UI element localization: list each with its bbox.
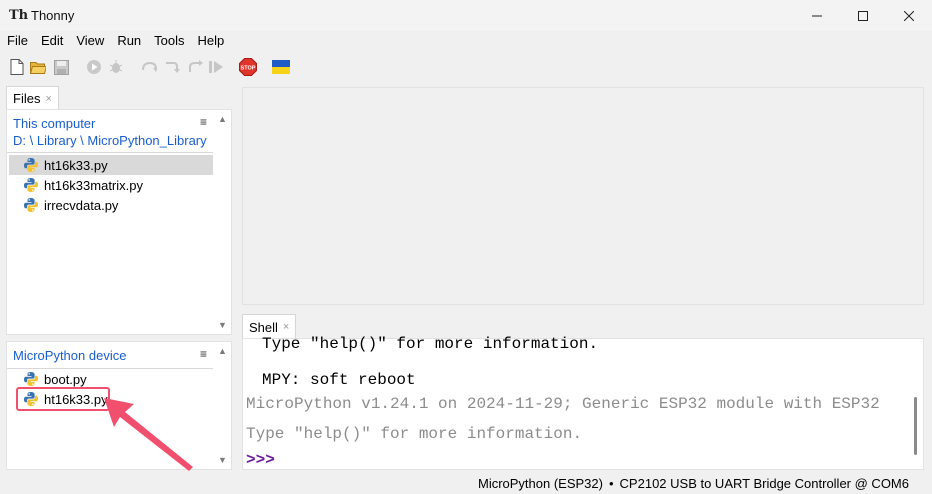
tab-files-label: Files bbox=[13, 91, 41, 106]
window-title: Thonny bbox=[31, 8, 75, 23]
title-bar: Th Thonny bbox=[0, 0, 932, 31]
shell-pane[interactable]: Type "help()" for more information. MPY:… bbox=[242, 335, 924, 470]
tab-shell-label: Shell bbox=[249, 319, 278, 335]
python-file-icon bbox=[24, 178, 38, 192]
stop-label: STOP bbox=[241, 66, 256, 72]
ukraine-support-button[interactable] bbox=[272, 59, 290, 75]
step-into-icon bbox=[166, 62, 180, 73]
minimize-icon bbox=[812, 15, 822, 16]
menu-view[interactable]: View bbox=[69, 31, 110, 51]
this-computer-scrollbar[interactable]: ▲ ▼ bbox=[215, 110, 231, 334]
device-scrollbar[interactable]: ▲ ▼ bbox=[215, 342, 231, 469]
file-name: ht16k33.py bbox=[44, 157, 108, 173]
scroll-down-arrow-icon[interactable]: ▼ bbox=[218, 320, 227, 330]
close-window-button[interactable] bbox=[886, 0, 932, 31]
tab-files-close-icon[interactable]: × bbox=[45, 93, 51, 105]
this-computer-title: This computer bbox=[13, 116, 96, 131]
interpreter-status[interactable]: MicroPython (ESP32) bbox=[478, 476, 603, 491]
annotation-highlight-box bbox=[16, 387, 110, 411]
step-over-icon bbox=[142, 61, 157, 72]
new-file-icon bbox=[10, 59, 24, 75]
shell-output-line: Type "help()" for more information. bbox=[262, 335, 599, 353]
shell-scroll-thumb[interactable] bbox=[914, 397, 917, 455]
file-name: irrecvdata.py bbox=[44, 197, 119, 213]
menu-help[interactable]: Help bbox=[191, 31, 231, 51]
step-into-button[interactable] bbox=[164, 59, 180, 75]
maximize-button[interactable] bbox=[840, 0, 886, 31]
scroll-up-arrow-icon[interactable]: ▲ bbox=[218, 114, 227, 124]
debug-icon bbox=[109, 60, 123, 73]
editor-area[interactable] bbox=[242, 87, 924, 305]
open-file-button[interactable] bbox=[30, 59, 46, 75]
annotation-arrow-icon bbox=[104, 398, 193, 471]
step-out-button[interactable] bbox=[187, 59, 203, 75]
step-over-button[interactable] bbox=[141, 59, 157, 75]
step-out-icon bbox=[189, 60, 203, 72]
close-icon bbox=[904, 10, 914, 21]
status-bar: MicroPython (ESP32) • CP2102 USB to UART B… bbox=[478, 476, 909, 491]
stop-button[interactable]: STOP bbox=[239, 58, 257, 76]
list-item[interactable]: ht16k33matrix.py bbox=[9, 175, 213, 195]
python-file-icon bbox=[24, 158, 38, 172]
menu-run[interactable]: Run bbox=[110, 31, 147, 51]
menu-file[interactable]: File bbox=[0, 31, 34, 51]
maximize-icon bbox=[858, 10, 868, 21]
resume-icon bbox=[209, 61, 223, 73]
python-file-icon bbox=[24, 372, 38, 386]
stop-icon: STOP bbox=[239, 58, 257, 76]
ukraine-flag-icon bbox=[272, 60, 290, 74]
shell-scrollbar[interactable] bbox=[907, 339, 923, 469]
list-item[interactable]: boot.py bbox=[9, 369, 213, 389]
status-separator: • bbox=[608, 476, 614, 491]
python-file-icon bbox=[24, 198, 38, 212]
save-icon bbox=[53, 59, 69, 75]
menu-tools[interactable]: Tools bbox=[147, 31, 190, 51]
new-file-button[interactable] bbox=[9, 59, 25, 75]
debug-button[interactable] bbox=[108, 59, 124, 75]
shell-output-line: MicroPython v1.24.1 on 2024-11-29; Gener… bbox=[246, 395, 880, 413]
this-computer-path[interactable]: D: \ Library \ MicroPython_Library bbox=[13, 133, 207, 148]
this-computer-menu-icon[interactable]: ≡ bbox=[200, 115, 207, 129]
run-button[interactable] bbox=[86, 59, 102, 75]
run-icon bbox=[87, 60, 101, 74]
this-computer-pane: This computer ≡ D: \ Library \ MicroPyth… bbox=[6, 109, 232, 335]
scroll-up-arrow-icon[interactable]: ▲ bbox=[218, 346, 227, 356]
list-item[interactable]: irrecvdata.py bbox=[9, 195, 213, 215]
resume-button[interactable] bbox=[208, 59, 224, 75]
shell-output-line: MPY: soft reboot bbox=[262, 371, 416, 389]
tab-shell-close-icon[interactable]: × bbox=[283, 321, 289, 333]
file-name: boot.py bbox=[44, 371, 87, 387]
menu-edit[interactable]: Edit bbox=[34, 31, 69, 51]
thonny-logo-icon: Th bbox=[9, 7, 29, 23]
divider bbox=[7, 152, 213, 153]
save-button[interactable] bbox=[53, 59, 69, 75]
scroll-down-arrow-icon[interactable]: ▼ bbox=[218, 455, 227, 465]
device-title: MicroPython device bbox=[13, 348, 127, 363]
list-item[interactable]: ht16k33.py bbox=[9, 155, 213, 175]
tab-files[interactable]: Files × bbox=[6, 86, 59, 110]
port-status[interactable]: CP2102 USB to UART Bridge Controller @ C… bbox=[620, 476, 909, 491]
toolbar: STOP bbox=[0, 53, 932, 81]
minimize-button[interactable] bbox=[794, 0, 840, 31]
device-menu-icon[interactable]: ≡ bbox=[200, 347, 207, 361]
shell-prompt[interactable]: >>> bbox=[246, 451, 275, 469]
open-file-icon bbox=[30, 62, 46, 74]
menu-bar: File Edit View Run Tools Help bbox=[0, 31, 932, 51]
file-name: ht16k33matrix.py bbox=[44, 177, 143, 193]
shell-output-line: Type "help()" for more information. bbox=[246, 425, 583, 443]
